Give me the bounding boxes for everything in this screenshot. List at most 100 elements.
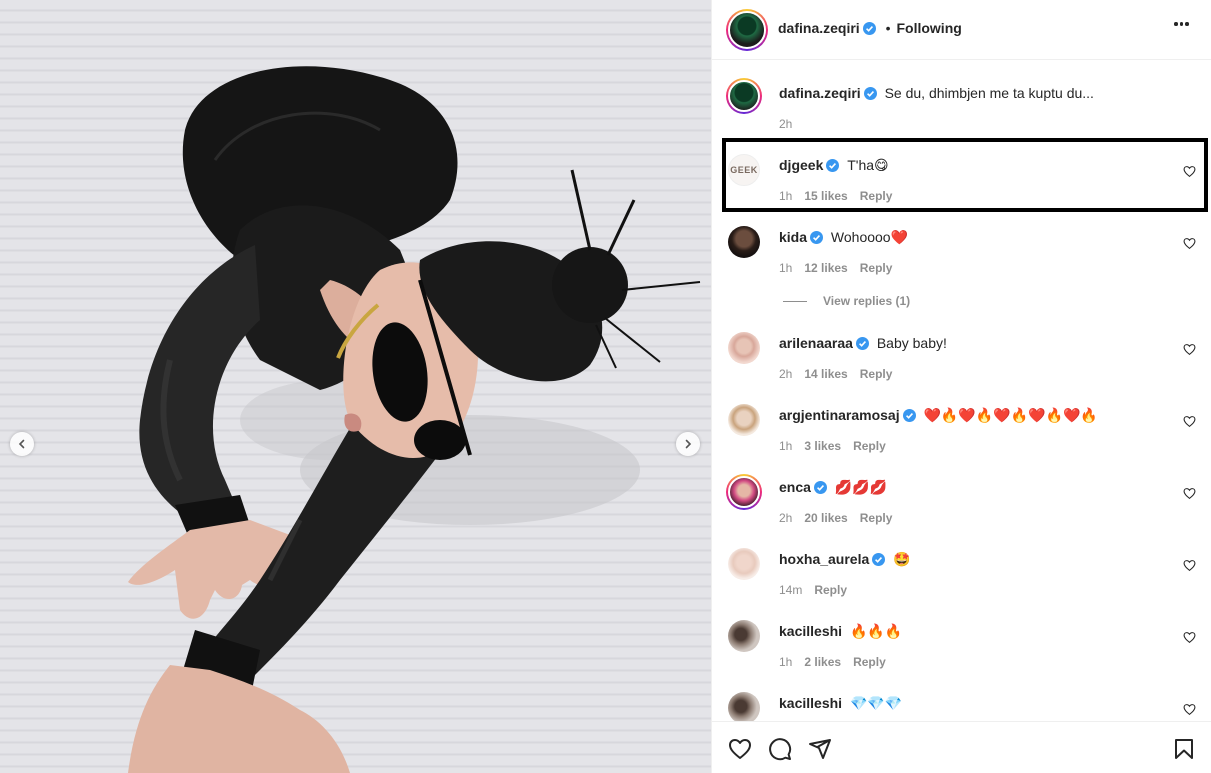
heart-icon[interactable] [1183,165,1196,178]
comment-username[interactable]: enca [779,479,811,495]
reply-button[interactable]: Reply [853,655,886,669]
author-avatar[interactable] [726,9,768,51]
comment-time: 1h [779,189,793,203]
chevron-left-icon [18,439,25,449]
comment-likes[interactable]: 2 likes [804,655,841,669]
following-button[interactable]: Following [896,20,961,36]
commenter-avatar[interactable] [728,332,760,364]
comment-time: 1h [779,655,793,669]
comment-line: kacilleshi 🔥🔥🔥 [779,623,902,640]
heart-icon[interactable] [728,737,752,761]
comment-meta: 2h 14 likes Reply [779,367,904,381]
comment-icon[interactable] [768,737,792,761]
comment-time: 2h [779,511,793,525]
commenter-avatar[interactable] [728,548,760,580]
verified-badge-icon [855,337,869,350]
caption-meta: 2h [779,117,804,131]
comment-text: Wohoooo❤️ [830,229,909,245]
comment-time: 14m [779,583,803,597]
share-icon[interactable] [808,737,832,761]
comment-line: hoxha_aurela 🤩 [779,551,911,568]
comment-text: 💎💎💎 [849,695,903,711]
reply-button[interactable]: Reply [860,511,893,525]
heart-icon[interactable] [1183,703,1196,716]
verified-badge-icon [862,22,876,35]
comment-username[interactable]: hoxha_aurela [779,551,869,567]
view-replies-button[interactable]: View replies (1) [783,294,910,308]
caption-username[interactable]: dafina.zeqiri [779,85,861,101]
comment-username[interactable]: kacilleshi [779,623,842,639]
comments-list[interactable]: dafina.zeqiri Se du, dhimbjen me ta kupt… [712,61,1211,721]
reply-button[interactable]: Reply [860,189,893,203]
post-media[interactable] [0,0,711,773]
caption-line: dafina.zeqiri Se du, dhimbjen me ta kupt… [779,85,1094,101]
reply-button[interactable]: Reply [853,439,886,453]
verified-badge-icon [810,231,824,244]
verified-badge-icon [902,409,916,422]
reply-button[interactable]: Reply [860,261,893,275]
comment-likes[interactable]: 20 likes [804,511,847,525]
comment-meta: 1h 3 likes Reply [779,439,898,453]
commenter-avatar[interactable] [728,692,760,721]
heart-icon[interactable] [1183,559,1196,572]
comment-line: djgeek T'ha😋 [779,157,889,174]
commenter-avatar[interactable] [726,474,762,510]
post-side-panel: dafina.zeqiri • Following dafina.zeqiri S… [711,0,1211,773]
commenter-avatar[interactable] [728,226,760,258]
commenter-avatar[interactable] [728,620,760,652]
comment-text: Baby baby! [876,335,947,351]
comment-username[interactable]: djgeek [779,157,823,173]
avatar-logo-text: GEEK [730,165,758,175]
comment-meta: 1h 12 likes Reply [779,261,904,275]
comment-text: 💋💋💋 [834,479,888,495]
verified-badge-icon [813,481,827,494]
more-options-icon[interactable] [1174,22,1189,26]
commenter-avatar[interactable]: GEEK [728,154,760,186]
heart-icon[interactable] [1183,343,1196,356]
comment-line: enca 💋💋💋 [779,479,887,496]
comment-text: T'ha😋 [847,157,889,173]
comment-text: ❤️🔥❤️🔥❤️🔥❤️🔥❤️🔥 [923,407,1098,423]
comment-likes[interactable]: 15 likes [804,189,847,203]
comment-text: 🤩 [893,551,911,567]
comment-line: arilenaaraa Baby baby! [779,335,947,351]
caption-time: 2h [779,117,793,131]
caption-avatar[interactable] [726,78,762,114]
heart-icon[interactable] [1183,415,1196,428]
post-photo [128,66,701,773]
comment-likes[interactable]: 12 likes [804,261,847,275]
verified-badge-icon [872,553,886,566]
comment-username[interactable]: kacilleshi [779,695,842,711]
heart-icon[interactable] [1183,237,1196,250]
next-media-button[interactable] [676,432,700,456]
commenter-avatar[interactable] [728,404,760,436]
comment-time: 1h [779,261,793,275]
chevron-right-icon [685,439,692,449]
comment-time: 1h [779,439,793,453]
previous-media-button[interactable] [10,432,34,456]
header-user-line: dafina.zeqiri • Following [778,20,962,36]
caption-text: Se du, dhimbjen me ta kuptu du... [884,85,1094,101]
bookmark-icon[interactable] [1172,737,1196,761]
reply-button[interactable]: Reply [860,367,893,381]
comment-time: 2h [779,367,793,381]
reply-button[interactable]: Reply [814,583,847,597]
comment-username[interactable]: kida [779,229,807,245]
comment-text: 🔥🔥🔥 [849,623,903,639]
comment-meta: 1h 2 likes Reply [779,655,898,669]
comment-username[interactable]: argjentinaramosaj [779,407,900,423]
instagram-post-modal: dafina.zeqiri • Following dafina.zeqiri S… [0,0,1211,773]
comment-likes[interactable]: 14 likes [804,367,847,381]
separator-dot: • [885,20,891,36]
heart-icon[interactable] [1183,487,1196,500]
action-bar [712,721,1211,773]
verified-badge-icon [826,159,840,172]
post-header: dafina.zeqiri • Following [712,0,1211,60]
comment-likes[interactable]: 3 likes [804,439,841,453]
view-replies-label: View replies (1) [823,294,911,308]
heart-icon[interactable] [1183,631,1196,644]
comment-meta: 1h 15 likes Reply [779,189,904,203]
author-username[interactable]: dafina.zeqiri [778,20,860,36]
comment-meta: 2h 20 likes Reply [779,511,904,525]
comment-username[interactable]: arilenaaraa [779,335,853,351]
